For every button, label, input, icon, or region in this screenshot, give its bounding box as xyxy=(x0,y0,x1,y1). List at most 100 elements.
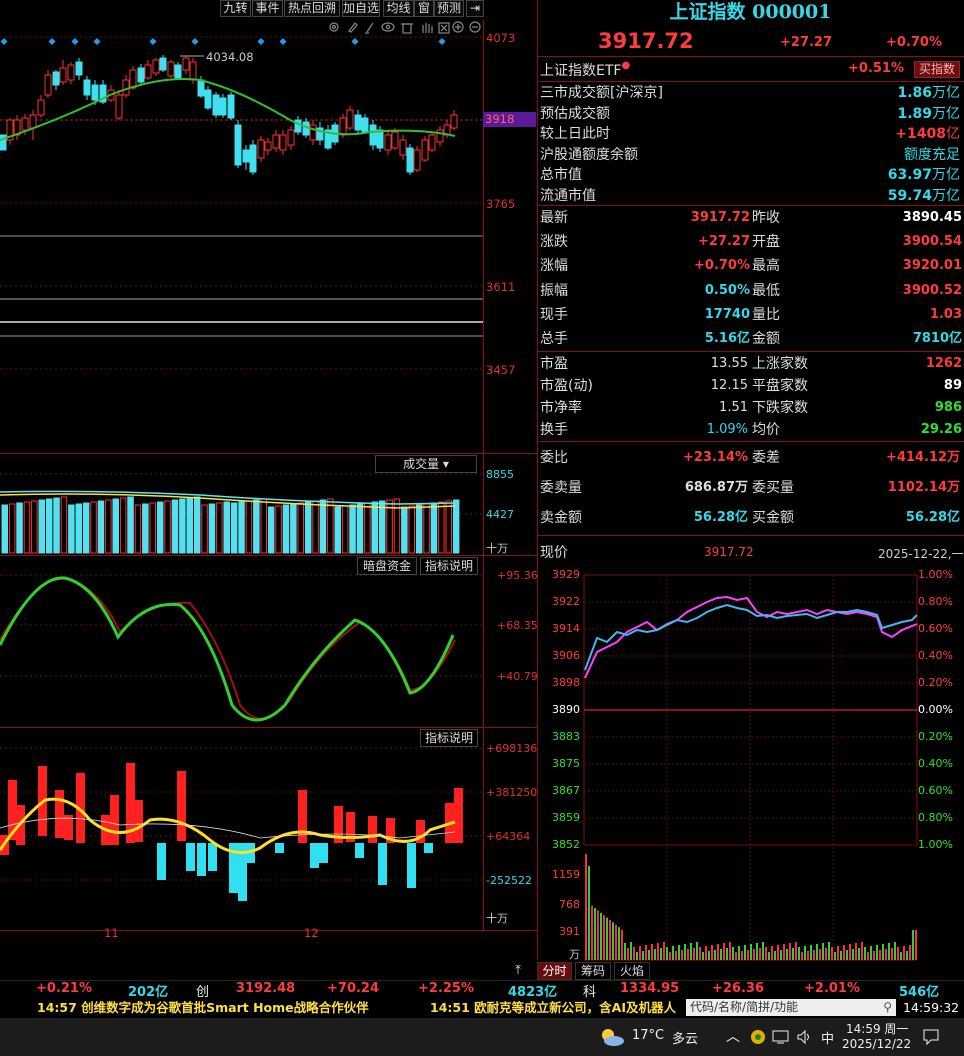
intraday-chart[interactable] xyxy=(537,560,964,962)
intraday-pct-tick: 0.20% xyxy=(918,676,953,689)
volume-bar xyxy=(304,501,312,554)
stats-value: 1262 xyxy=(925,356,962,371)
osc2-bar xyxy=(368,816,377,843)
volume-bar xyxy=(245,500,253,554)
intraday-volume-bar xyxy=(678,945,680,960)
osc2-ytick: +698136 xyxy=(486,742,538,755)
candle xyxy=(137,67,145,83)
taskbar-date[interactable]: 2025/12/22 xyxy=(842,1037,911,1051)
volume-bar xyxy=(430,502,438,554)
intraday-volume-bar xyxy=(714,950,716,960)
indicator-help-button[interactable]: 指标说明 xyxy=(420,729,478,747)
volume-title[interactable]: 成交量 ▾ xyxy=(375,455,477,473)
candle xyxy=(29,114,37,129)
weather-text[interactable]: 多云 xyxy=(672,1028,698,1047)
quote-value: +0.70% xyxy=(694,258,750,274)
volume-bar xyxy=(238,501,245,554)
stats-label: 下跌家数 xyxy=(752,400,808,416)
intraday-volume-bar xyxy=(795,942,797,960)
chevron-up-icon[interactable]: ︿ xyxy=(726,1026,740,1046)
market-row-label: 较上日此时 xyxy=(540,126,610,142)
intraday-volume-bar xyxy=(888,943,890,960)
volume-bar xyxy=(408,505,415,554)
stats-value: 12.15 xyxy=(710,378,748,393)
ticker-price: 1334.95 xyxy=(620,981,680,996)
taskbar-time[interactable]: 14:59 周一 xyxy=(846,1020,908,1037)
ticker-price: 3192.48 xyxy=(236,981,296,996)
quote-value: 3920.01 xyxy=(902,258,962,274)
intraday-volume-bar xyxy=(765,947,767,960)
expand-icon[interactable]: ⤒ xyxy=(505,963,531,979)
volume-bar xyxy=(216,502,223,554)
intraday-volume-bar xyxy=(597,910,599,960)
avg-price-line xyxy=(584,595,918,679)
intraday-volume-bar xyxy=(636,952,638,960)
kline-ytick: 3765 xyxy=(486,197,516,211)
intraday-volume-bar xyxy=(729,942,731,960)
intraday-volume-bar xyxy=(702,952,704,960)
ticker-pct: +2.01% xyxy=(804,981,860,996)
app-tray-icon[interactable] xyxy=(750,1029,766,1045)
intraday-volume-bar xyxy=(588,866,590,960)
intraday-volume-bar xyxy=(807,951,809,960)
stats-label: 市盈 xyxy=(540,356,568,372)
tab-intraday[interactable]: 分时 xyxy=(537,962,572,980)
candle xyxy=(391,131,399,149)
intraday-volume-bar xyxy=(876,945,878,960)
candle xyxy=(279,134,287,151)
intraday-volume-bar xyxy=(804,946,806,960)
intraday-volume-bar xyxy=(882,944,884,960)
volume-bar xyxy=(75,503,82,554)
volume-icon[interactable] xyxy=(796,1029,814,1045)
intraday-volume-bar xyxy=(771,946,773,960)
notification-icon[interactable] xyxy=(922,1028,940,1046)
news-item[interactable]: 14:51 欧耐克等成立新公司，含AI及机器人 xyxy=(430,998,682,1018)
intraday-volume-bar xyxy=(585,854,587,960)
volume-bar xyxy=(327,498,334,554)
intraday-volume-bar xyxy=(657,943,659,960)
intraday-volume-bar xyxy=(912,930,914,960)
candle xyxy=(421,139,429,161)
intraday-ytick: 3922 xyxy=(552,595,580,608)
network-icon[interactable] xyxy=(772,1029,790,1045)
candle xyxy=(52,71,60,86)
volume-bar xyxy=(68,504,75,554)
candle xyxy=(75,61,83,76)
dark-fund-button[interactable]: 暗盘资金 xyxy=(357,557,417,575)
intraday-volume-bar xyxy=(813,950,815,960)
intraday-volume-bar xyxy=(666,947,668,960)
market-row-label: 沪股通额度余额 xyxy=(540,146,638,163)
temperature[interactable]: 17°C xyxy=(632,1028,664,1043)
volume-bar xyxy=(312,500,319,554)
intraday-volume-bar xyxy=(648,950,650,960)
intraday-price: 3917.72 xyxy=(704,545,754,559)
intraday-pct-tick: 0.80% xyxy=(918,811,953,824)
intraday-pct-tick: 1.00% xyxy=(918,838,953,851)
indicator-help-button[interactable]: 指标说明 xyxy=(420,557,478,575)
buy-index-button[interactable]: 买指数 xyxy=(914,61,960,78)
intraday-volume-bar xyxy=(738,946,740,960)
osc2-bar xyxy=(355,843,364,858)
kline-chart[interactable] xyxy=(0,0,537,960)
ime-indicator[interactable]: 中 xyxy=(821,1028,834,1047)
signal-marker xyxy=(93,37,101,46)
ticker-pct: +2.25% xyxy=(418,981,474,996)
quote-label: 总手 xyxy=(540,331,568,347)
intraday-volume-bar xyxy=(615,924,617,960)
intraday-volume-bar xyxy=(633,947,635,960)
search-input[interactable]: 代码/名称/简拼/功能 ⚲ xyxy=(686,999,896,1016)
search-icon[interactable]: ⚲ xyxy=(883,999,892,1015)
tab-flame[interactable]: 火焰 xyxy=(614,962,650,980)
stats-label: 均价 xyxy=(752,422,780,438)
intraday-ytick: 3867 xyxy=(552,784,580,797)
signal-marker xyxy=(351,37,359,46)
quote-label: 涨跌 xyxy=(540,234,568,251)
volume-bar xyxy=(297,502,304,554)
intraday-volume-bar xyxy=(834,952,836,960)
etf-label[interactable]: 上证指数ETF● xyxy=(540,60,630,80)
intraday-volume-bar xyxy=(879,950,881,960)
news-item[interactable]: 14:57 创维数字成为谷歌首批Smart Home战略合作伙伴 xyxy=(37,998,369,1018)
tab-chips[interactable]: 筹码 xyxy=(575,962,611,980)
stats-value: 1.09% xyxy=(706,422,748,437)
intraday-volume-bar xyxy=(624,943,626,960)
